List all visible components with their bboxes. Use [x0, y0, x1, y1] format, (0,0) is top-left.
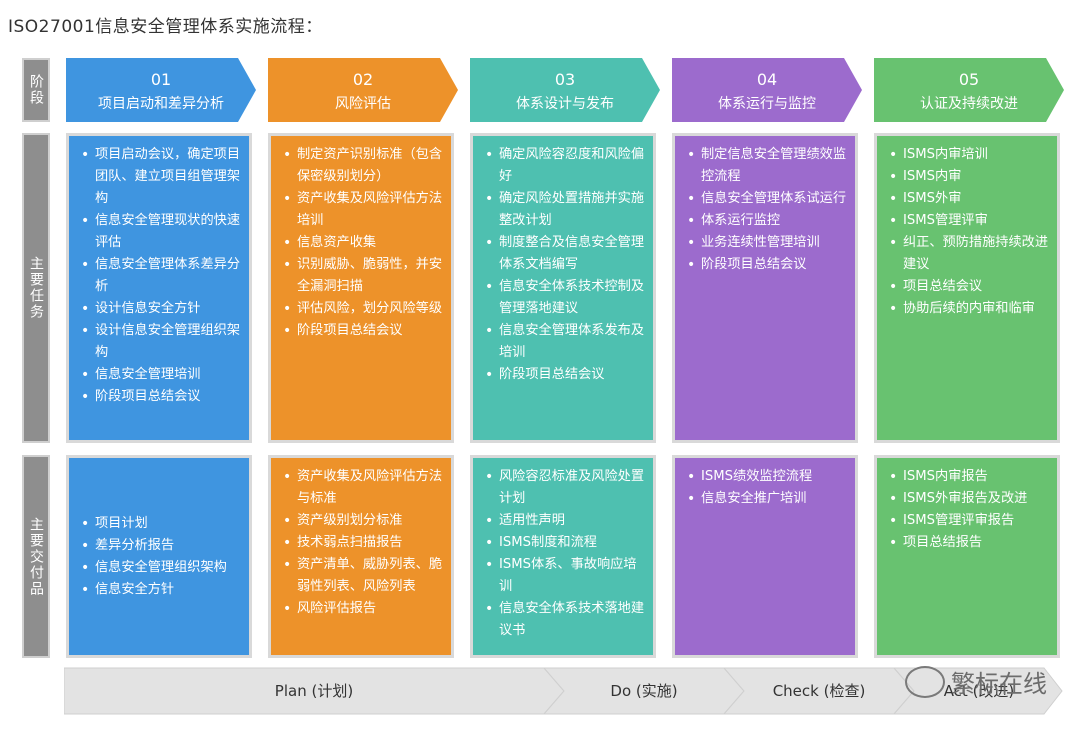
- tasks-box-05: ISMS内审培训ISMS内审ISMS外审ISMS管理评审纠正、预防措施持续改进建…: [874, 133, 1060, 443]
- task-item: 阶段项目总结会议: [483, 364, 645, 386]
- deliverables-box-03: 风险容忍标准及风险处置计划适用性声明ISMS制度和流程ISMS体系、事故响应培训…: [470, 455, 656, 658]
- phase-name: 认证及持续改进: [920, 96, 1018, 112]
- deliverables-box-02: 资产收集及风险评估方法与标准资产级别划分标准技术弱点扫描报告资产清单、威胁列表、…: [268, 455, 454, 658]
- wechat-icon: [905, 665, 945, 698]
- task-item: 信息安全体系技术控制及管理落地建议: [483, 276, 645, 320]
- task-item: 业务连续性管理培训: [685, 232, 847, 254]
- task-item: ISMS内审: [887, 166, 1049, 188]
- phase-number: 04: [756, 70, 778, 89]
- phase-name: 项目启动和差异分析: [98, 96, 224, 112]
- pdca-check-label: Check (检查): [772, 682, 866, 700]
- deliverable-item: 风险评估报告: [281, 598, 443, 620]
- task-item: 项目总结会议: [887, 276, 1049, 298]
- task-item: 评估风险，划分风险等级: [281, 298, 443, 320]
- deliverables-box-04: ISMS绩效监控流程信息安全推广培训: [672, 455, 858, 658]
- tasks-box-03: 确定风险容忍度和风险偏好确定风险处置措施并实施整改计划制度整合及信息安全管理体系…: [470, 133, 656, 443]
- deliverable-item: ISMS制度和流程: [483, 532, 645, 554]
- task-item: 阶段项目总结会议: [79, 386, 241, 408]
- phase-name: 体系运行与监控: [718, 96, 816, 112]
- phase-number: 02: [352, 70, 374, 89]
- deliverable-item: 资产收集及风险评估方法与标准: [281, 466, 443, 510]
- row-label-stage: 阶段: [22, 58, 50, 122]
- phase-name: 风险评估: [335, 96, 391, 112]
- deliverable-item: 信息安全管理组织架构: [79, 557, 241, 579]
- task-item: 制定资产识别标准（包含保密级别划分）: [281, 144, 443, 188]
- tasks-box-02: 制定资产识别标准（包含保密级别划分）资产收集及风险评估方法培训信息资产收集识别威…: [268, 133, 454, 443]
- pdca-plan-label: Plan (计划): [274, 682, 354, 700]
- deliverable-item: 资产级别划分标准: [281, 510, 443, 532]
- task-item: 确定风险处置措施并实施整改计划: [483, 188, 645, 232]
- deliverable-item: 信息安全方针: [79, 579, 241, 601]
- deliverable-item: ISMS体系、事故响应培训: [483, 554, 645, 598]
- deliverable-item: 差异分析报告: [79, 535, 241, 557]
- task-item: 阶段项目总结会议: [281, 320, 443, 342]
- task-item: ISMS外审: [887, 188, 1049, 210]
- page-title: ISO27001信息安全管理体系实施流程：: [8, 17, 323, 37]
- task-item: 体系运行监控: [685, 210, 847, 232]
- task-item: 资产收集及风险评估方法培训: [281, 188, 443, 232]
- phase-number: 01: [150, 70, 172, 89]
- task-item: 信息安全管理体系发布及培训: [483, 320, 645, 364]
- task-item: 信息资产收集: [281, 232, 443, 254]
- deliverable-item: 信息安全推广培训: [685, 488, 847, 510]
- deliverable-item: ISMS绩效监控流程: [685, 466, 847, 488]
- tasks-box-04: 制定信息安全管理绩效监控流程信息安全管理体系试运行体系运行监控业务连续性管理培训…: [672, 133, 858, 443]
- phase-header-05: 05 认证及持续改进: [874, 58, 1064, 122]
- deliverable-item: 资产清单、威胁列表、脆弱性列表、风险列表: [281, 554, 443, 598]
- task-item: 识别威胁、脆弱性，并安全漏洞扫描: [281, 254, 443, 298]
- phase-header-01: 01 项目启动和差异分析: [66, 58, 256, 122]
- deliverable-item: 技术弱点扫描报告: [281, 532, 443, 554]
- task-item: 制定信息安全管理绩效监控流程: [685, 144, 847, 188]
- row-label-tasks: 主要任务: [22, 133, 50, 443]
- deliverable-item: 适用性声明: [483, 510, 645, 532]
- deliverable-item: 项目总结报告: [887, 532, 1049, 554]
- task-item: 制度整合及信息安全管理体系文档编写: [483, 232, 645, 276]
- task-item: 纠正、预防措施持续改进建议: [887, 232, 1049, 276]
- task-item: 确定风险容忍度和风险偏好: [483, 144, 645, 188]
- task-item: 设计信息安全方针: [79, 298, 241, 320]
- phase-number: 03: [554, 70, 576, 89]
- deliverable-item: 项目计划: [79, 513, 241, 535]
- task-item: 信息安全管理体系差异分析: [79, 254, 241, 298]
- task-item: 设计信息安全管理组织架构: [79, 320, 241, 364]
- deliverable-item: 信息安全体系技术落地建议书: [483, 598, 645, 642]
- phase-name: 体系设计与发布: [516, 96, 614, 112]
- task-item: ISMS内审培训: [887, 144, 1049, 166]
- pdca-do-label: Do (实施): [610, 682, 678, 700]
- watermark-text: 繁标在线: [951, 670, 1047, 698]
- task-item: 协助后续的内审和临审: [887, 298, 1049, 320]
- deliverable-item: ISMS管理评审报告: [887, 510, 1049, 532]
- deliverable-item: ISMS内审报告: [887, 466, 1049, 488]
- task-item: ISMS管理评审: [887, 210, 1049, 232]
- task-item: 信息安全管理现状的快速评估: [79, 210, 241, 254]
- task-item: 信息安全管理培训: [79, 364, 241, 386]
- phase-number: 05: [958, 70, 980, 89]
- deliverables-box-01: 项目计划差异分析报告信息安全管理组织架构信息安全方针: [66, 455, 252, 658]
- row-label-deliverables: 主要交付品: [22, 455, 50, 658]
- deliverable-item: 风险容忍标准及风险处置计划: [483, 466, 645, 510]
- task-item: 信息安全管理体系试运行: [685, 188, 847, 210]
- deliverable-item: ISMS外审报告及改进: [887, 488, 1049, 510]
- task-item: 项目启动会议，确定项目团队、建立项目组管理架构: [79, 144, 241, 210]
- phase-header-03: 03 体系设计与发布: [470, 58, 660, 122]
- watermark: 繁标在线: [905, 664, 1047, 699]
- phase-header-04: 04 体系运行与监控: [672, 58, 862, 122]
- task-item: 阶段项目总结会议: [685, 254, 847, 276]
- tasks-box-01: 项目启动会议，确定项目团队、建立项目组管理架构信息安全管理现状的快速评估信息安全…: [66, 133, 252, 443]
- phase-header-02: 02 风险评估: [268, 58, 458, 122]
- deliverables-box-05: ISMS内审报告ISMS外审报告及改进ISMS管理评审报告项目总结报告: [874, 455, 1060, 658]
